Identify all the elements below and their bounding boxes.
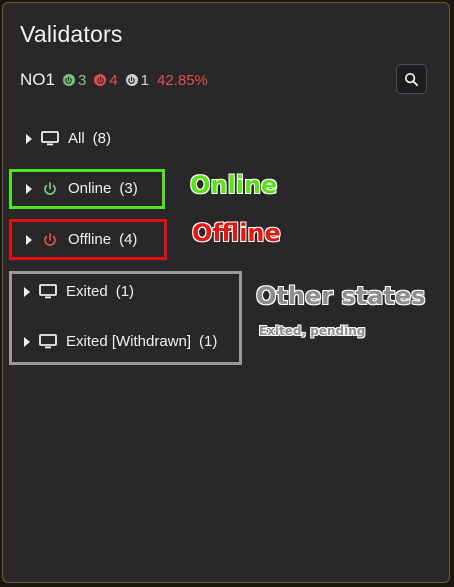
power-icon — [41, 181, 59, 197]
row-count: (1) — [199, 333, 218, 350]
search-button[interactable] — [396, 64, 427, 94]
caret-right-icon — [26, 234, 32, 245]
filter-row-offline[interactable]: Offline (4) — [26, 231, 137, 248]
monitor-icon — [39, 334, 57, 350]
other-states-annotation: Other states — [256, 282, 426, 310]
row-label: All — [68, 130, 85, 147]
power-icon — [94, 74, 107, 86]
offline-stat: 4 — [94, 71, 118, 89]
other-stat: 1 — [125, 71, 149, 89]
filter-row-all[interactable]: All (8) — [26, 130, 111, 147]
row-count: (8) — [92, 130, 112, 147]
online-stat: 3 — [62, 71, 87, 89]
row-label: Offline — [68, 231, 112, 248]
power-icon — [62, 74, 75, 86]
monitor-icon — [41, 131, 59, 147]
caret-right-icon — [24, 336, 30, 347]
filter-row-exited[interactable]: Exited (1) — [24, 283, 134, 300]
caret-right-icon — [26, 133, 32, 144]
power-icon — [41, 232, 59, 248]
node-name: NO1 — [20, 70, 55, 89]
offline-count: 4 — [109, 71, 118, 89]
monitor-icon — [39, 284, 57, 300]
row-count: (3) — [119, 180, 138, 197]
online-annotation: Online — [190, 171, 278, 199]
online-percent: 42.85% — [157, 71, 208, 89]
online-count: 3 — [77, 71, 87, 89]
panel-title: Validators — [20, 21, 123, 47]
row-label: Exited — [66, 283, 108, 300]
search-icon — [404, 72, 419, 86]
power-icon — [125, 74, 138, 86]
row-label: Online — [68, 180, 112, 197]
filter-row-online[interactable]: Online (3) — [26, 180, 138, 197]
caret-right-icon — [24, 286, 30, 297]
row-count: (4) — [119, 231, 138, 248]
other-count: 1 — [140, 71, 149, 89]
row-label: Exited [Withdrawn] — [66, 333, 192, 350]
other-states-subannotation: Exited, pending — [259, 324, 366, 338]
filter-row-exited-withdrawn[interactable]: Exited [Withdrawn] (1) — [24, 333, 217, 350]
node-summary: NO1 3 4 1 42.85% — [20, 70, 208, 90]
caret-right-icon — [26, 183, 32, 194]
offline-annotation: Offline — [192, 219, 281, 247]
row-count: (1) — [115, 283, 135, 300]
